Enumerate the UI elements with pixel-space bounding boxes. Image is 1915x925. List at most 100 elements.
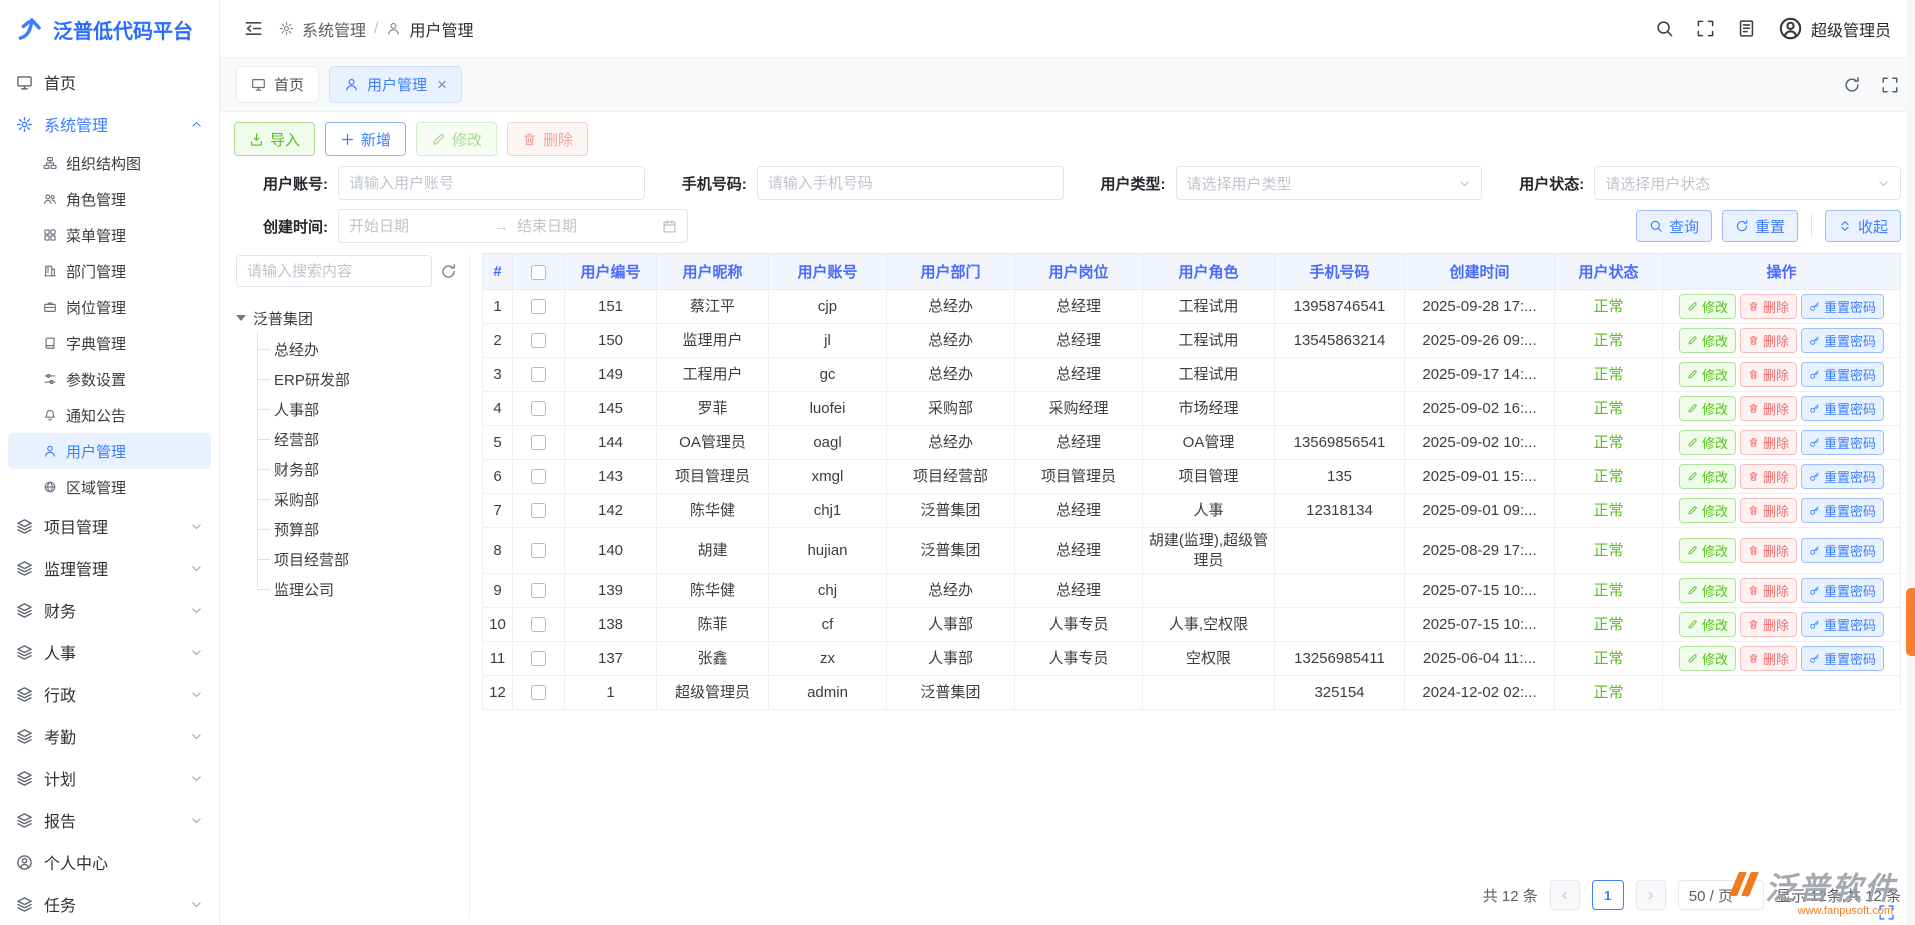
search-icon[interactable] bbox=[1655, 19, 1674, 38]
sidebar-item-dictionary-management[interactable]: 字典管理 bbox=[0, 325, 219, 361]
page-size-select[interactable]: 50 / 页 bbox=[1678, 880, 1764, 910]
tree-node[interactable]: 项目经营部 bbox=[257, 544, 457, 574]
tree-node[interactable]: 人事部 bbox=[257, 394, 457, 424]
row-edit-button[interactable]: 修改 bbox=[1679, 396, 1736, 421]
row-edit-button[interactable]: 修改 bbox=[1679, 646, 1736, 671]
date-range-picker[interactable]: → bbox=[338, 209, 688, 243]
row-checkbox[interactable] bbox=[531, 543, 546, 558]
table-row[interactable]: 3149工程用户gc总经办总经理工程试用2025-09-17 14:...正常修… bbox=[483, 358, 1901, 392]
sidebar-item-report[interactable]: 报告 bbox=[0, 799, 219, 841]
row-edit-button[interactable]: 修改 bbox=[1679, 538, 1736, 563]
row-reset-password-button[interactable]: 重置密码 bbox=[1801, 612, 1884, 637]
sidebar-item-administration[interactable]: 行政 bbox=[0, 673, 219, 715]
row-reset-password-button[interactable]: 重置密码 bbox=[1801, 328, 1884, 353]
row-edit-button[interactable]: 修改 bbox=[1679, 294, 1736, 319]
tree-node[interactable]: 财务部 bbox=[257, 454, 457, 484]
row-edit-button[interactable]: 修改 bbox=[1679, 464, 1736, 489]
row-delete-button[interactable]: 删除 bbox=[1740, 294, 1797, 319]
table-row[interactable]: 6143项目管理员xmgl项目经营部项目管理员项目管理1352025-09-01… bbox=[483, 460, 1901, 494]
sidebar-item-system-management[interactable]: 系统管理 bbox=[0, 103, 219, 145]
search-button[interactable]: 查询 bbox=[1636, 210, 1712, 242]
row-edit-button[interactable]: 修改 bbox=[1679, 498, 1736, 523]
sidebar-item-post-management[interactable]: 岗位管理 bbox=[0, 289, 219, 325]
row-checkbox[interactable] bbox=[531, 469, 546, 484]
row-edit-button[interactable]: 修改 bbox=[1679, 362, 1736, 387]
sidebar-item-hr[interactable]: 人事 bbox=[0, 631, 219, 673]
reset-button[interactable]: 重置 bbox=[1722, 210, 1798, 242]
row-checkbox[interactable] bbox=[531, 685, 546, 700]
page-number-button[interactable]: 1 bbox=[1592, 880, 1624, 910]
row-reset-password-button[interactable]: 重置密码 bbox=[1801, 538, 1884, 563]
brand[interactable]: 泛普低代码平台 bbox=[0, 0, 219, 58]
sidebar-item-org-chart[interactable]: 组织结构图 bbox=[0, 145, 219, 181]
sidebar-item-user-management[interactable]: 用户管理 bbox=[8, 433, 211, 469]
row-checkbox[interactable] bbox=[531, 583, 546, 598]
row-delete-button[interactable]: 删除 bbox=[1740, 328, 1797, 353]
tab-user-management[interactable]: 用户管理 × bbox=[329, 66, 462, 103]
row-reset-password-button[interactable]: 重置密码 bbox=[1801, 362, 1884, 387]
table-row[interactable]: 7142陈华健chj1泛普集团总经理人事123181342025-09-01 0… bbox=[483, 494, 1901, 528]
table-row[interactable]: 1151蔡江平cjp总经办总经理工程试用139587465412025-09-2… bbox=[483, 290, 1901, 324]
side-widget[interactable] bbox=[1906, 588, 1915, 656]
edit-button[interactable]: 修改 bbox=[416, 122, 497, 156]
row-checkbox[interactable] bbox=[531, 651, 546, 666]
tree-node[interactable]: 监理公司 bbox=[257, 574, 457, 604]
sidebar-item-department-management[interactable]: 部门管理 bbox=[0, 253, 219, 289]
next-page-button[interactable]: › bbox=[1636, 880, 1666, 910]
row-checkbox[interactable] bbox=[531, 435, 546, 450]
prev-page-button[interactable]: ‹ bbox=[1550, 880, 1580, 910]
table-row[interactable]: 2150监理用户jl总经办总经理工程试用135458632142025-09-2… bbox=[483, 324, 1901, 358]
row-delete-button[interactable]: 删除 bbox=[1740, 612, 1797, 637]
tree-node[interactable]: 总经办 bbox=[257, 334, 457, 364]
page-scrollbar[interactable] bbox=[1907, 0, 1915, 925]
table-row[interactable]: 8140胡建hujian泛普集团总经理胡建(监理),超级管理员2025-08-2… bbox=[483, 528, 1901, 574]
row-delete-button[interactable]: 删除 bbox=[1740, 464, 1797, 489]
breadcrumb-item-user-management[interactable]: 用户管理 bbox=[409, 17, 473, 41]
table-row[interactable]: 5144OA管理员oagl总经办总经理OA管理135698565412025-0… bbox=[483, 426, 1901, 460]
phone-input[interactable] bbox=[757, 166, 1064, 200]
sidebar-item-param-settings[interactable]: 参数设置 bbox=[0, 361, 219, 397]
row-reset-password-button[interactable]: 重置密码 bbox=[1801, 430, 1884, 455]
table-row[interactable]: 11137张鑫zx人事部人事专员空权限132569854112025-06-04… bbox=[483, 642, 1901, 676]
row-checkbox[interactable] bbox=[531, 401, 546, 416]
close-icon[interactable]: × bbox=[437, 76, 447, 93]
sidebar-item-plan[interactable]: 计划 bbox=[0, 757, 219, 799]
row-reset-password-button[interactable]: 重置密码 bbox=[1801, 498, 1884, 523]
collapse-button[interactable]: 收起 bbox=[1825, 210, 1901, 242]
table-row[interactable]: 121超级管理员admin泛普集团3251542024-12-02 02:...… bbox=[483, 676, 1901, 710]
row-reset-password-button[interactable]: 重置密码 bbox=[1801, 294, 1884, 319]
sidebar-item-menu-management[interactable]: 菜单管理 bbox=[0, 217, 219, 253]
fullscreen-icon[interactable] bbox=[1696, 19, 1715, 38]
refresh-icon[interactable] bbox=[1843, 76, 1861, 94]
row-checkbox[interactable] bbox=[531, 333, 546, 348]
tab-home[interactable]: 首页 bbox=[236, 66, 319, 103]
document-icon[interactable] bbox=[1737, 19, 1756, 38]
row-delete-button[interactable]: 删除 bbox=[1740, 430, 1797, 455]
end-date-input[interactable] bbox=[517, 218, 654, 235]
table-row[interactable]: 10138陈菲cf人事部人事专员人事,空权限2025-07-15 10:...正… bbox=[483, 608, 1901, 642]
row-checkbox[interactable] bbox=[531, 503, 546, 518]
row-reset-password-button[interactable]: 重置密码 bbox=[1801, 578, 1884, 603]
sidebar-item-personal-center[interactable]: 个人中心 bbox=[0, 841, 219, 883]
table-row[interactable]: 4145罗菲luofei采购部采购经理市场经理2025-09-02 16:...… bbox=[483, 392, 1901, 426]
row-delete-button[interactable]: 删除 bbox=[1740, 538, 1797, 563]
row-checkbox[interactable] bbox=[531, 367, 546, 382]
menu-fold-icon[interactable] bbox=[244, 19, 263, 38]
fullscreen-corner-icon[interactable] bbox=[1878, 904, 1895, 921]
row-delete-button[interactable]: 删除 bbox=[1740, 578, 1797, 603]
row-reset-password-button[interactable]: 重置密码 bbox=[1801, 396, 1884, 421]
sidebar-item-finance[interactable]: 财务 bbox=[0, 589, 219, 631]
sidebar-item-project-management[interactable]: 项目管理 bbox=[0, 505, 219, 547]
table-row[interactable]: 9139陈华健chj总经办总经理2025-07-15 10:...正常修改删除重… bbox=[483, 574, 1901, 608]
add-button[interactable]: 新增 bbox=[325, 122, 406, 156]
delete-button[interactable]: 删除 bbox=[507, 122, 588, 156]
row-delete-button[interactable]: 删除 bbox=[1740, 362, 1797, 387]
tree-node[interactable]: 采购部 bbox=[257, 484, 457, 514]
tree-root-node[interactable]: 泛普集团 bbox=[236, 302, 457, 334]
tree-node[interactable]: 经营部 bbox=[257, 424, 457, 454]
row-delete-button[interactable]: 删除 bbox=[1740, 646, 1797, 671]
sidebar-item-notice[interactable]: 通知公告 bbox=[0, 397, 219, 433]
row-reset-password-button[interactable]: 重置密码 bbox=[1801, 464, 1884, 489]
user-type-select[interactable]: 请选择用户类型 bbox=[1176, 166, 1483, 200]
sidebar-item-task[interactable]: 任务 bbox=[0, 883, 219, 925]
